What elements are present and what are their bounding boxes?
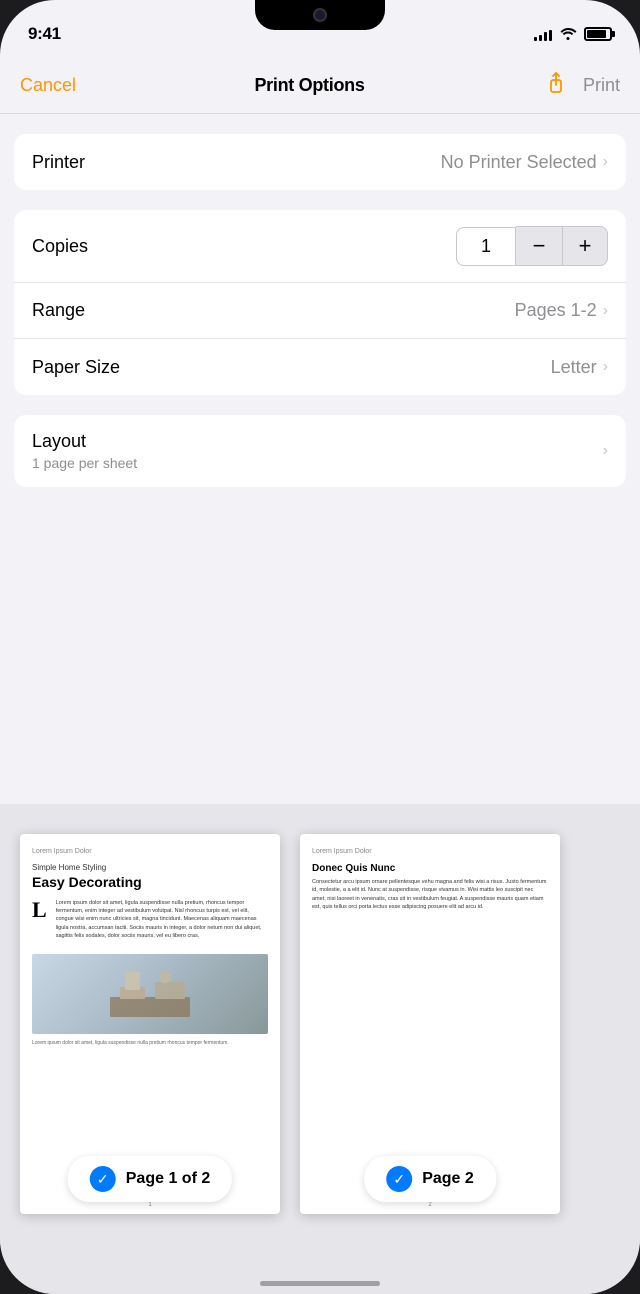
home-indicator[interactable]	[260, 1281, 380, 1286]
paper-size-value-text: Letter	[551, 357, 597, 378]
decrement-button[interactable]: −	[516, 226, 562, 266]
paper-size-chevron: ›	[603, 358, 608, 376]
printer-value: No Printer Selected ›	[441, 152, 608, 173]
layout-subtitle: 1 page per sheet	[32, 455, 137, 471]
printer-chevron: ›	[603, 153, 608, 171]
page2-check: ✓	[386, 1166, 412, 1192]
range-value: Pages 1-2 ›	[515, 300, 608, 321]
paper-size-row[interactable]: Paper Size Letter ›	[14, 339, 626, 395]
printer-label: Printer	[32, 152, 85, 173]
layout-section: Layout 1 page per sheet ›	[14, 415, 626, 487]
preview-page-2[interactable]: Lorem Ipsum Dolor Donec Quis Nunc Consec…	[300, 834, 560, 1214]
page1-article-title: Easy Decorating	[32, 874, 268, 891]
signal-bar-3	[544, 32, 547, 41]
signal-bars	[534, 27, 552, 41]
layout-label: Layout	[32, 431, 137, 452]
page1-image	[32, 954, 268, 1034]
page1-number: 1	[148, 1202, 151, 1208]
increment-button[interactable]: +	[562, 226, 608, 266]
camera	[313, 8, 327, 22]
range-row[interactable]: Range Pages 1-2 ›	[14, 283, 626, 339]
page1-body-text: Lorem ipsum dolor sit amet, ligula suspe…	[56, 899, 268, 940]
signal-bar-4	[549, 30, 552, 41]
page2-label: ✓ Page 2	[364, 1156, 496, 1202]
options-section: Copies 1 − + Range Pages 1-2 › Paper Siz…	[14, 210, 626, 395]
preview-area: Lorem Ipsum Dolor Simple Home Styling Ea…	[0, 804, 640, 1294]
layout-row[interactable]: Layout 1 page per sheet ›	[14, 415, 626, 487]
page2-lorem-title: Lorem Ipsum Dolor	[312, 848, 548, 855]
copies-label: Copies	[32, 236, 88, 257]
layout-text: Layout 1 page per sheet	[32, 431, 137, 471]
page1-lorem-title: Lorem Ipsum Dolor	[32, 848, 268, 855]
status-time: 9:41	[28, 24, 61, 44]
preview-page-1[interactable]: Lorem Ipsum Dolor Simple Home Styling Ea…	[20, 834, 280, 1214]
drop-cap: L	[32, 899, 47, 948]
page1-label-text: Page 1 of 2	[126, 1170, 210, 1188]
wifi-icon	[559, 26, 577, 43]
signal-bar-1	[534, 37, 537, 41]
paper-size-label: Paper Size	[32, 357, 120, 378]
printer-value-text: No Printer Selected	[441, 152, 597, 173]
phone-frame: 9:41 Cancel Pri	[0, 0, 640, 1294]
page1-caption: Lorem ipsum dolor sit amet, ligula suspe…	[32, 1040, 268, 1047]
notch	[255, 0, 385, 30]
content-area: Cancel Print Options Print Printer No Pr…	[0, 54, 640, 1294]
page2-label-text: Page 2	[422, 1170, 474, 1188]
nav-bar: Cancel Print Options Print	[0, 54, 640, 114]
page2-body-text: Consectetur arcu ipsum ornare pellentesq…	[312, 878, 548, 911]
copies-stepper: 1 − +	[456, 226, 608, 266]
paper-size-value: Letter ›	[551, 357, 608, 378]
signal-bar-2	[539, 35, 542, 41]
battery-icon	[584, 27, 612, 41]
cancel-button[interactable]: Cancel	[20, 75, 76, 96]
printer-section: Printer No Printer Selected ›	[14, 134, 626, 190]
page-title: Print Options	[254, 75, 364, 96]
layout-chevron: ›	[603, 442, 608, 460]
page2-title: Donec Quis Nunc	[312, 863, 548, 874]
printer-row[interactable]: Printer No Printer Selected ›	[14, 134, 626, 190]
page2-number: 2	[428, 1202, 431, 1208]
share-icon[interactable]	[543, 70, 569, 101]
preview-pages: Lorem Ipsum Dolor Simple Home Styling Ea…	[0, 804, 640, 1294]
nav-right: Print	[543, 70, 620, 101]
image-overlay	[32, 954, 268, 1034]
page1-article-subtitle: Simple Home Styling	[32, 863, 268, 872]
range-chevron: ›	[603, 302, 608, 320]
battery-fill	[587, 30, 606, 38]
page1-label: ✓ Page 1 of 2	[68, 1156, 232, 1202]
page1-check: ✓	[90, 1166, 116, 1192]
range-label: Range	[32, 300, 85, 321]
page2-content: Lorem Ipsum Dolor Donec Quis Nunc Consec…	[300, 834, 560, 933]
copies-row: Copies 1 − +	[14, 210, 626, 283]
range-value-text: Pages 1-2	[515, 300, 597, 321]
copies-value: 1	[456, 227, 516, 266]
print-button[interactable]: Print	[583, 75, 620, 96]
status-icons	[534, 26, 612, 43]
